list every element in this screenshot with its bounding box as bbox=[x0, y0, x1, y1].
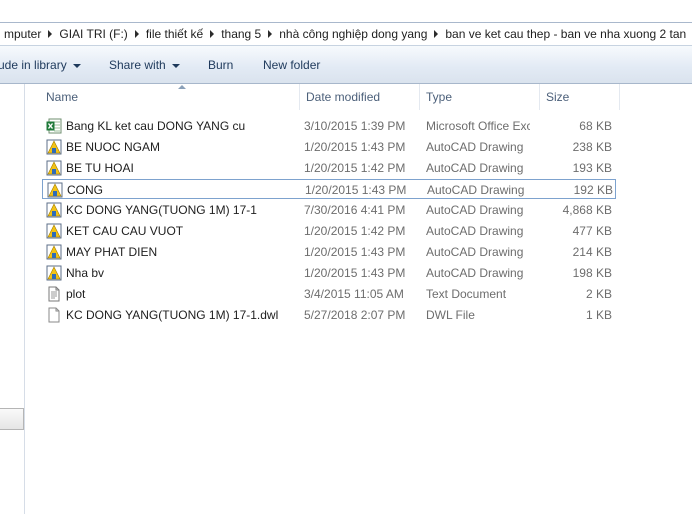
file-name: KET CAU CAU VUOT bbox=[66, 224, 184, 238]
navigation-scrollbar-thumb[interactable] bbox=[0, 408, 24, 430]
file-name: Bang KL ket cau DONG YANG cu bbox=[66, 119, 246, 133]
chevron-down-icon bbox=[171, 63, 180, 68]
blank-file-icon bbox=[48, 307, 60, 323]
file-type: DWL File bbox=[426, 308, 475, 322]
column-size-label: Size bbox=[546, 90, 570, 104]
file-date: 1/20/2015 1:42 PM bbox=[304, 224, 406, 238]
file-size: 214 KB bbox=[572, 245, 612, 259]
file-type: Text Document bbox=[426, 287, 507, 301]
file-row[interactable]: KC DONG YANG(TUONG 1M) 17-1 7/30/2016 4:… bbox=[42, 200, 616, 220]
file-name: BE TU HOAI bbox=[66, 161, 134, 175]
file-date: 1/20/2015 1:43 PM bbox=[305, 183, 407, 197]
file-size: 4,868 KB bbox=[562, 203, 612, 217]
file-type: AutoCAD Drawing bbox=[426, 245, 524, 259]
breadcrumb-chevron-icon[interactable] bbox=[265, 26, 275, 42]
autocad-icon bbox=[46, 139, 62, 155]
file-type: AutoCAD Drawing bbox=[426, 266, 524, 280]
address-bar[interactable]: mputer GIAI TRI (F:) file thiết kế thang… bbox=[0, 22, 692, 46]
file-date: 7/30/2016 4:41 PM bbox=[304, 203, 406, 217]
excel-icon bbox=[46, 118, 62, 134]
breadcrumb-chevron-icon[interactable] bbox=[431, 26, 441, 42]
autocad-icon bbox=[46, 223, 62, 239]
file-type: Microsoft Office Excel Worksheet bbox=[426, 119, 530, 133]
file-row[interactable]: MAY PHAT DIEN 1/20/2015 1:43 PM AutoCAD … bbox=[42, 242, 616, 262]
file-date: 1/20/2015 1:43 PM bbox=[304, 266, 406, 280]
file-size: 198 KB bbox=[572, 266, 612, 280]
share-with-button[interactable]: Share with bbox=[109, 46, 180, 84]
column-header-date[interactable]: Date modified bbox=[300, 84, 420, 110]
file-row[interactable]: KC DONG YANG(TUONG 1M) 17-1.dwl 5/27/201… bbox=[42, 305, 616, 325]
file-size: 477 KB bbox=[572, 224, 612, 238]
file-name: CONG bbox=[67, 183, 103, 197]
file-date: 5/27/2018 2:07 PM bbox=[304, 308, 406, 322]
file-name: BE NUOC NGAM bbox=[66, 140, 161, 154]
column-header-type[interactable]: Type bbox=[420, 84, 540, 110]
include-in-library-label: ude in library bbox=[0, 58, 67, 72]
new-folder-label: New folder bbox=[263, 58, 321, 72]
file-size: 1 KB bbox=[585, 308, 612, 322]
file-name: MAY PHAT DIEN bbox=[66, 245, 158, 259]
text-file-icon bbox=[48, 286, 60, 302]
burn-label: Burn bbox=[208, 58, 234, 72]
file-row[interactable]: BE NUOC NGAM 1/20/2015 1:43 PM AutoCAD D… bbox=[42, 137, 616, 157]
breadcrumb-folder-2[interactable]: thang 5 bbox=[217, 26, 265, 42]
file-name: KC DONG YANG(TUONG 1M) 17-1 bbox=[66, 203, 257, 217]
column-name-label: Name bbox=[46, 90, 79, 104]
autocad-icon bbox=[46, 244, 62, 260]
file-row[interactable]: KET CAU CAU VUOT 1/20/2015 1:42 PM AutoC… bbox=[42, 221, 616, 241]
column-headers: Name Date modified Type Size bbox=[26, 84, 692, 110]
file-date: 1/20/2015 1:43 PM bbox=[304, 140, 406, 154]
include-in-library-button[interactable]: ude in library bbox=[0, 46, 81, 84]
breadcrumb-chevron-icon[interactable] bbox=[132, 26, 142, 42]
breadcrumb-computer[interactable]: mputer bbox=[0, 26, 45, 42]
file-date: 3/10/2015 1:39 PM bbox=[304, 119, 406, 133]
breadcrumb-folder-1[interactable]: file thiết kế bbox=[142, 26, 207, 42]
navigation-pane[interactable] bbox=[0, 84, 25, 514]
file-type: AutoCAD Drawing bbox=[427, 183, 525, 197]
autocad-icon bbox=[46, 202, 62, 218]
column-type-label: Type bbox=[426, 90, 453, 104]
breadcrumb: mputer GIAI TRI (F:) file thiết kế thang… bbox=[0, 26, 690, 42]
autocad-icon bbox=[46, 160, 62, 176]
breadcrumb-drive[interactable]: GIAI TRI (F:) bbox=[55, 26, 131, 42]
new-folder-button[interactable]: New folder bbox=[263, 46, 320, 84]
file-type: AutoCAD Drawing bbox=[426, 224, 524, 238]
file-type: AutoCAD Drawing bbox=[426, 140, 524, 154]
chevron-down-icon bbox=[72, 63, 81, 68]
file-type: AutoCAD Drawing bbox=[426, 161, 524, 175]
file-row-focused[interactable]: CONG 1/20/2015 1:43 PM AutoCAD Drawing 1… bbox=[42, 179, 616, 199]
share-with-label: Share with bbox=[109, 58, 166, 72]
burn-button[interactable]: Burn bbox=[208, 46, 233, 84]
file-row[interactable]: plot 3/4/2015 11:05 AM Text Document 2 K… bbox=[42, 284, 616, 304]
sort-ascending-icon bbox=[178, 85, 186, 89]
file-name: KC DONG YANG(TUONG 1M) 17-1.dwl bbox=[66, 308, 279, 322]
file-date: 1/20/2015 1:43 PM bbox=[304, 245, 406, 259]
file-size: 2 KB bbox=[585, 287, 612, 301]
file-name: plot bbox=[66, 287, 86, 301]
file-date: 1/20/2015 1:42 PM bbox=[304, 161, 406, 175]
column-header-size[interactable]: Size bbox=[540, 84, 620, 110]
file-row[interactable]: Bang KL ket cau DONG YANG cu 3/10/2015 1… bbox=[42, 116, 616, 136]
file-size: 68 KB bbox=[579, 119, 612, 133]
file-type: AutoCAD Drawing bbox=[426, 203, 524, 217]
file-row[interactable]: Nha bv 1/20/2015 1:43 PM AutoCAD Drawing… bbox=[42, 263, 616, 283]
column-header-name[interactable]: Name bbox=[40, 84, 300, 110]
file-name: Nha bv bbox=[66, 266, 105, 280]
breadcrumb-chevron-icon[interactable] bbox=[45, 26, 55, 42]
file-size: 238 KB bbox=[572, 140, 612, 154]
autocad-icon bbox=[47, 182, 63, 198]
file-row[interactable]: BE TU HOAI 1/20/2015 1:42 PM AutoCAD Dra… bbox=[42, 158, 616, 178]
breadcrumb-folder-4[interactable]: ban ve ket cau thep - ban ve nha xuong 2… bbox=[441, 26, 690, 42]
breadcrumb-chevron-icon[interactable] bbox=[207, 26, 217, 42]
file-size: 193 KB bbox=[572, 161, 612, 175]
file-date: 3/4/2015 11:05 AM bbox=[304, 287, 404, 301]
file-size: 192 KB bbox=[573, 183, 613, 197]
autocad-icon bbox=[46, 265, 62, 281]
command-toolbar: ude in library Share with Burn New folde… bbox=[0, 46, 692, 84]
breadcrumb-folder-3[interactable]: nhà công nghiệp dong yang bbox=[275, 26, 431, 42]
column-date-label: Date modified bbox=[306, 90, 381, 104]
